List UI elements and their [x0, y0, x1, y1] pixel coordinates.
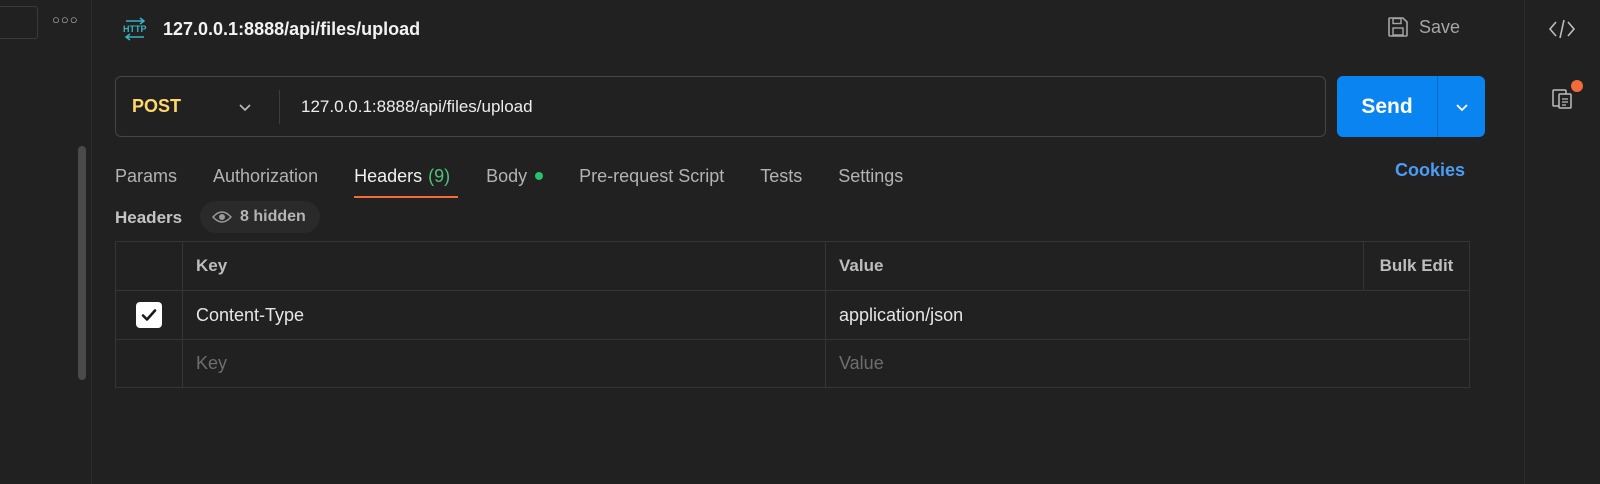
- request-editor: HTTP 127.0.0.1:8888/api/files/upload Sav…: [92, 0, 1524, 484]
- tab-headers[interactable]: Headers (9): [354, 158, 459, 198]
- headers-table: Key Value Bulk Edit Content-Type applica…: [115, 241, 1470, 388]
- send-options-button[interactable]: [1438, 76, 1485, 137]
- more-options-icon[interactable]: ○○○: [52, 12, 79, 27]
- save-label: Save: [1419, 16, 1461, 37]
- request-title-row: HTTP 127.0.0.1:8888/api/files/upload: [122, 16, 420, 42]
- svg-text:HTTP: HTTP: [123, 24, 147, 34]
- left-sidebar: ○○○: [0, 0, 92, 484]
- url-bar: POST: [115, 76, 1326, 137]
- sidebar-filter-box[interactable]: [0, 6, 38, 39]
- chevron-down-icon: [1455, 103, 1468, 111]
- row-check-cell: [116, 291, 183, 339]
- request-tabs: Params Authorization Headers (9) Body Pr…: [115, 158, 939, 198]
- checkmark-icon: [141, 309, 157, 321]
- header-key-cell[interactable]: Content-Type: [183, 291, 826, 339]
- http-icon: HTTP: [122, 16, 148, 42]
- chevron-down-icon: [239, 104, 251, 112]
- header-check-cell: [116, 242, 183, 290]
- method-label: POST: [132, 96, 182, 116]
- sidebar-scrollbar[interactable]: [78, 146, 86, 380]
- table-row: Content-Type application/json: [116, 291, 1469, 340]
- tab-tests[interactable]: Tests: [760, 158, 802, 194]
- right-sidebar: [1524, 0, 1600, 484]
- hidden-count-label: 8 hidden: [240, 208, 306, 225]
- bulk-edit-button[interactable]: Bulk Edit: [1363, 242, 1469, 290]
- notification-dot: [1571, 80, 1583, 92]
- save-button[interactable]: Save: [1387, 16, 1460, 38]
- header-value-cell[interactable]: application/json: [826, 291, 1469, 339]
- save-icon: [1388, 17, 1408, 37]
- send-label: Send: [1361, 94, 1413, 118]
- row-check-cell: [116, 340, 183, 387]
- body-indicator-dot: [535, 172, 544, 180]
- tab-body[interactable]: Body: [486, 158, 544, 194]
- tab-label: Body: [486, 165, 528, 186]
- tab-label: Settings: [838, 165, 904, 186]
- headers-section-label: Headers: [115, 208, 183, 227]
- value-column-header: Value: [839, 256, 884, 275]
- headers-count: (9): [428, 165, 451, 186]
- cookies-link[interactable]: Cookies: [1395, 160, 1465, 181]
- new-value-input[interactable]: Value: [826, 340, 1469, 387]
- tab-label: Authorization: [213, 165, 319, 186]
- new-key-input[interactable]: Key: [183, 340, 826, 387]
- request-title[interactable]: 127.0.0.1:8888/api/files/upload: [163, 19, 420, 40]
- table-row: Key Value: [116, 340, 1469, 387]
- tab-label: Pre-request Script: [579, 165, 725, 186]
- method-select[interactable]: POST: [116, 77, 279, 136]
- tab-label: Params: [115, 165, 178, 186]
- url-input[interactable]: [280, 77, 1325, 136]
- tab-settings[interactable]: Settings: [838, 158, 903, 194]
- key-column-header: Key: [183, 242, 826, 290]
- eye-icon: [212, 211, 232, 223]
- tab-label: Headers: [354, 165, 423, 186]
- tab-label: Tests: [760, 165, 803, 186]
- tab-pre-request-script[interactable]: Pre-request Script: [579, 158, 724, 194]
- tab-params[interactable]: Params: [115, 158, 177, 194]
- tab-authorization[interactable]: Authorization: [213, 158, 318, 194]
- send-button[interactable]: Send: [1337, 76, 1485, 137]
- header-enabled-checkbox[interactable]: [136, 302, 162, 328]
- hidden-headers-toggle[interactable]: 8 hidden: [200, 201, 320, 233]
- table-header-row: Key Value Bulk Edit: [116, 242, 1469, 291]
- code-icon[interactable]: [1548, 17, 1576, 41]
